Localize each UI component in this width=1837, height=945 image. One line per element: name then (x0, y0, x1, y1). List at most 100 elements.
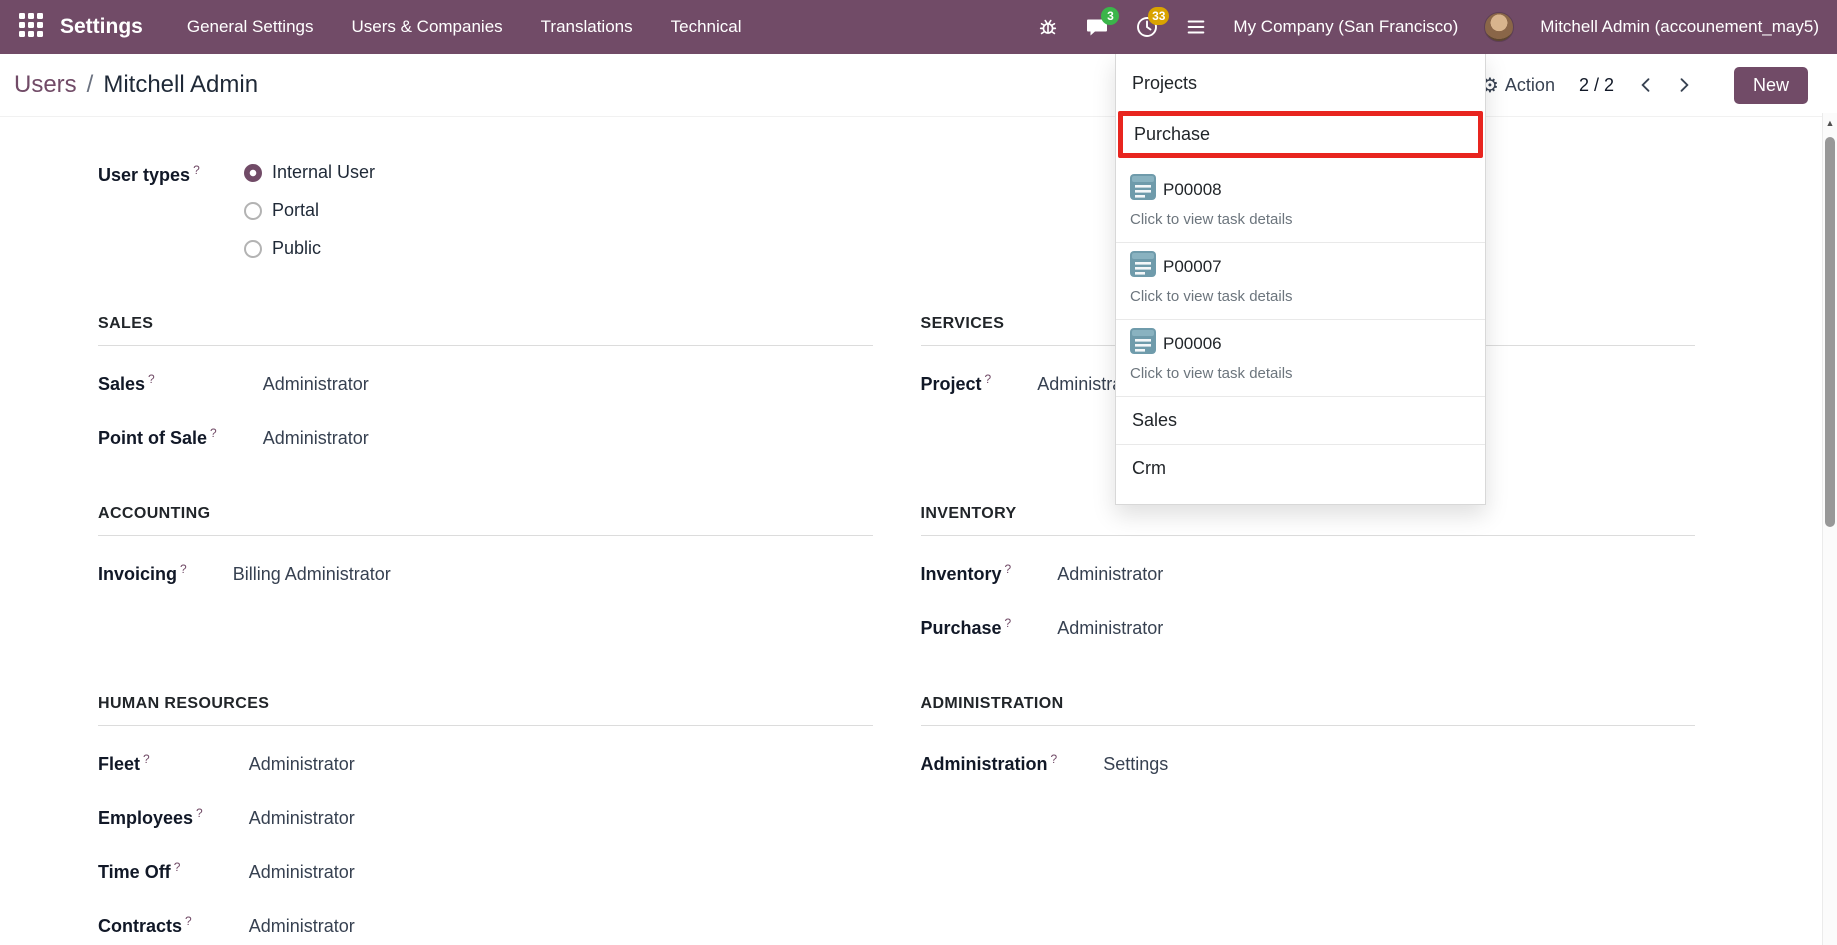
control-panel-right: ⚙ Action 2 / 2 New (1481, 67, 1808, 104)
field-label-sales: Sales? (98, 372, 217, 395)
control-panel: Users / Mitchell Admin ⚙ Action 2 / 2 Ne… (0, 54, 1822, 117)
activities-clock-icon[interactable]: 33 (1135, 15, 1159, 39)
field-value-contracts[interactable]: Administrator (249, 916, 873, 937)
help-icon[interactable]: ? (210, 426, 217, 440)
field-value-time-off[interactable]: Administrator (249, 862, 873, 883)
task-hint: Click to view task details (1116, 361, 1485, 396)
user-menu[interactable]: Mitchell Admin (accounement_may5) (1540, 17, 1819, 37)
field-value-administration[interactable]: Settings (1103, 754, 1695, 775)
field-label-invoicing: Invoicing? (98, 562, 187, 585)
app-menu: General Settings Users & Companies Trans… (187, 17, 742, 37)
user-types-field: User types? Internal User Portal Public (98, 162, 873, 259)
bug-icon[interactable] (1037, 16, 1059, 38)
dropdown-item-projects[interactable]: Projects (1116, 60, 1485, 107)
systray: 3 33 My Company (San Francisco) Mitchell… (1037, 12, 1819, 42)
help-icon[interactable]: ? (1005, 616, 1012, 630)
field-label-time-off: Time Off? (98, 860, 203, 883)
top-navbar: Settings General Settings Users & Compan… (0, 0, 1837, 54)
help-icon[interactable]: ? (1051, 752, 1058, 766)
field-label-employees: Employees? (98, 806, 203, 829)
radio-button[interactable] (244, 202, 262, 220)
field-value-employees[interactable]: Administrator (249, 808, 873, 829)
section-sales: SALES Sales? Administrator Point of Sale… (98, 315, 873, 449)
help-icon[interactable]: ? (985, 372, 992, 386)
radio-portal[interactable]: Portal (244, 200, 375, 221)
scrollbar-thumb[interactable] (1825, 137, 1835, 527)
user-types-label: User types? (98, 162, 244, 259)
task-card-icon (1130, 251, 1156, 282)
dropdown-item-crm[interactable]: Crm (1116, 445, 1485, 492)
apps-grid-icon (18, 12, 44, 43)
task-item-p00007[interactable]: P00007 Click to view task details (1116, 243, 1485, 319)
switcher-dropdown: Projects Purchase P00008 Click to view t… (1115, 54, 1486, 505)
task-item-p00006[interactable]: P00006 Click to view task details (1116, 320, 1485, 396)
company-switcher[interactable]: My Company (San Francisco) (1233, 17, 1458, 37)
help-icon[interactable]: ? (185, 914, 192, 928)
help-icon[interactable]: ? (180, 562, 187, 576)
task-switcher-list-icon[interactable] (1185, 16, 1207, 38)
apps-menu-button[interactable] (18, 12, 44, 43)
action-menu-label: Action (1505, 75, 1555, 96)
scrollbar-up-arrow[interactable]: ▲ (1823, 113, 1837, 128)
breadcrumb-current-record: Mitchell Admin (103, 71, 258, 99)
task-card-icon (1130, 328, 1156, 359)
messages-icon[interactable]: 3 (1085, 15, 1109, 39)
task-item-p00008[interactable]: P00008 Click to view task details (1116, 166, 1485, 242)
field-label-project: Project? (921, 372, 992, 395)
pager-previous-button[interactable] (1634, 73, 1658, 97)
field-value-purchase[interactable]: Administrator (1057, 618, 1695, 639)
radio-internal-user[interactable]: Internal User (244, 162, 375, 183)
task-card-icon (1130, 174, 1156, 205)
field-label-fleet: Fleet? (98, 752, 203, 775)
radio-public[interactable]: Public (244, 238, 375, 259)
record-pager: 2 / 2 (1579, 73, 1696, 97)
help-icon[interactable]: ? (1005, 562, 1012, 576)
radio-button[interactable] (244, 240, 262, 258)
pager-counter: 2 / 2 (1579, 75, 1614, 96)
action-menu-button[interactable]: ⚙ Action (1481, 73, 1555, 98)
field-label-point-of-sale: Point of Sale? (98, 426, 217, 449)
field-label-administration: Administration? (921, 752, 1058, 775)
section-administration: ADMINISTRATION Administration? Settings (921, 695, 1696, 937)
section-human-resources: HUMAN RESOURCES Fleet? Administrator Emp… (98, 695, 873, 937)
section-title: SALES (98, 315, 873, 346)
section-title: ACCOUNTING (98, 505, 873, 536)
radio-button-checked[interactable] (244, 164, 262, 182)
pager-next-button[interactable] (1672, 73, 1696, 97)
help-icon[interactable]: ? (196, 806, 203, 820)
vertical-scrollbar[interactable]: ▲ (1822, 113, 1837, 945)
section-title: ADMINISTRATION (921, 695, 1696, 726)
highlight-annotation-box: Purchase (1118, 111, 1483, 158)
field-value-fleet[interactable]: Administrator (249, 754, 873, 775)
help-icon[interactable]: ? (143, 752, 150, 766)
menu-technical[interactable]: Technical (671, 17, 742, 37)
section-title: HUMAN RESOURCES (98, 695, 873, 726)
field-value-sales[interactable]: Administrator (263, 374, 873, 395)
menu-general-settings[interactable]: General Settings (187, 17, 314, 37)
help-icon[interactable]: ? (174, 860, 181, 874)
menu-users-companies[interactable]: Users & Companies (351, 17, 502, 37)
user-avatar[interactable] (1484, 12, 1514, 42)
breadcrumb-users-link[interactable]: Users (14, 71, 77, 99)
section-accounting: ACCOUNTING Invoicing? Billing Administra… (98, 505, 873, 639)
task-hint: Click to view task details (1116, 284, 1485, 319)
field-value-invoicing[interactable]: Billing Administrator (233, 564, 873, 585)
help-icon[interactable]: ? (148, 372, 155, 386)
help-icon[interactable]: ? (193, 163, 200, 177)
form-sheet: User types? Internal User Portal Public (0, 117, 1822, 945)
dropdown-item-sales[interactable]: Sales (1116, 397, 1485, 444)
field-value-inventory[interactable]: Administrator (1057, 564, 1695, 585)
field-label-purchase: Purchase? (921, 616, 1012, 639)
breadcrumb-separator: / (87, 71, 94, 99)
menu-translations[interactable]: Translations (541, 17, 633, 37)
activities-badge: 33 (1148, 7, 1169, 25)
task-hint: Click to view task details (1116, 207, 1485, 242)
section-title: INVENTORY (921, 505, 1696, 536)
dropdown-item-purchase[interactable]: Purchase (1123, 116, 1478, 153)
field-value-point-of-sale[interactable]: Administrator (263, 428, 873, 449)
section-inventory: INVENTORY Inventory? Administrator Purch… (921, 505, 1696, 639)
current-app-title[interactable]: Settings (60, 15, 143, 39)
breadcrumb: Users / Mitchell Admin (14, 71, 258, 99)
field-label-contracts: Contracts? (98, 914, 203, 937)
new-record-button[interactable]: New (1734, 67, 1808, 104)
